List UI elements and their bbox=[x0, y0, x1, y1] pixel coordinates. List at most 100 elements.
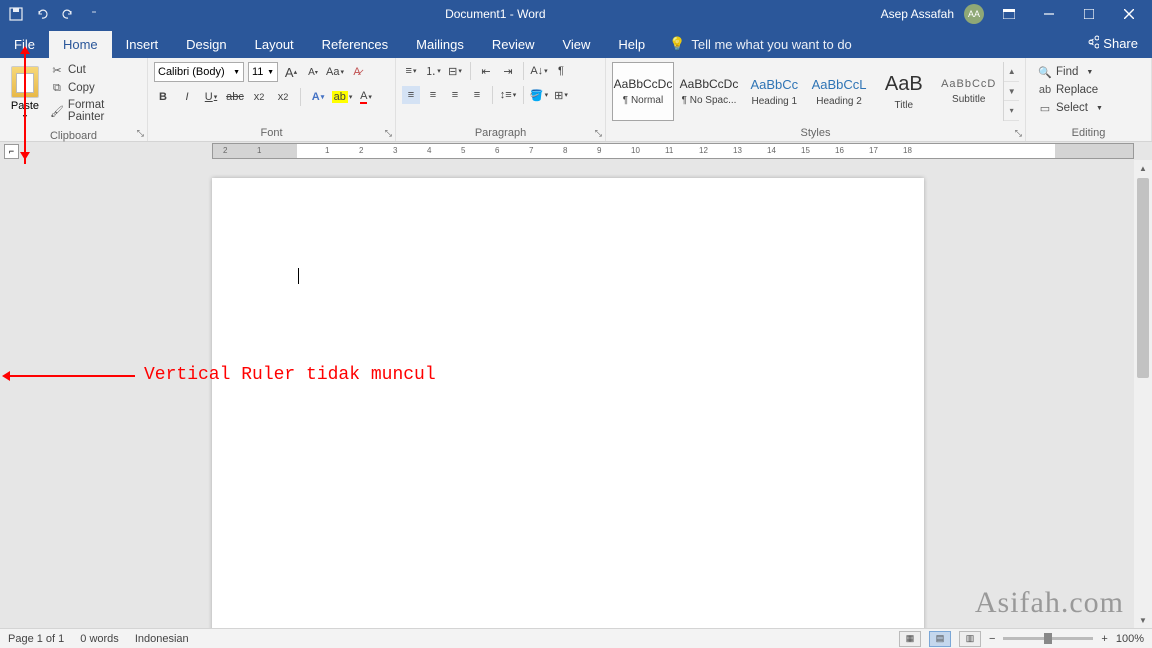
styles-scroll-btn[interactable]: ▾ bbox=[1004, 101, 1019, 121]
decrease-indent-button[interactable]: ⇤ bbox=[477, 62, 495, 80]
brush-icon: 🖌 bbox=[50, 104, 64, 118]
word-count[interactable]: 0 words bbox=[80, 633, 119, 645]
font-launcher-icon[interactable]: ⤡ bbox=[385, 128, 392, 139]
clear-formatting-button[interactable]: A̷ bbox=[348, 63, 366, 81]
font-color-button[interactable]: A bbox=[357, 88, 375, 106]
horizontal-ruler[interactable]: 21123456789101112131415161718 bbox=[212, 143, 1134, 159]
zoom-out-button[interactable]: − bbox=[989, 633, 995, 645]
read-mode-button[interactable]: ▦ bbox=[899, 631, 921, 647]
tab-references[interactable]: References bbox=[308, 31, 402, 58]
cut-button[interactable]: ✂Cut bbox=[48, 62, 141, 78]
style-subtitle[interactable]: AaBbCcDSubtitle bbox=[938, 62, 999, 121]
format-painter-button[interactable]: 🖌 Format Painter bbox=[48, 98, 141, 124]
styles-launcher-icon[interactable]: ⤡ bbox=[1015, 128, 1022, 139]
minimize-icon[interactable] bbox=[1034, 4, 1064, 24]
text-effects-button[interactable]: A bbox=[309, 88, 327, 106]
language-status[interactable]: Indonesian bbox=[135, 633, 189, 645]
tab-help[interactable]: Help bbox=[604, 31, 659, 58]
user-name[interactable]: Asep Assafah bbox=[881, 7, 954, 21]
redo-icon[interactable] bbox=[60, 6, 76, 22]
multilevel-button[interactable]: ⊟ bbox=[446, 62, 464, 80]
numbering-button[interactable]: ⒈ bbox=[424, 62, 442, 80]
copy-button[interactable]: ⧉Copy bbox=[48, 80, 141, 96]
line-spacing-button[interactable]: ↕≡ bbox=[499, 86, 517, 104]
font-size-select[interactable]: 11▼ bbox=[248, 62, 278, 82]
ruler-num: 8 bbox=[563, 146, 567, 155]
ruler-num: 7 bbox=[529, 146, 533, 155]
align-right-button[interactable]: ≡ bbox=[446, 86, 464, 104]
ruler-area: ⌐ 21123456789101112131415161718 bbox=[0, 142, 1152, 160]
tab-design[interactable]: Design bbox=[172, 31, 240, 58]
shading-button[interactable]: 🪣 bbox=[530, 86, 548, 104]
replace-button[interactable]: abReplace bbox=[1038, 82, 1103, 98]
zoom-in-button[interactable]: + bbox=[1101, 633, 1107, 645]
sort-button[interactable]: A↓ bbox=[530, 62, 548, 80]
change-case-button[interactable]: Aa bbox=[326, 63, 344, 81]
style--no-spac-[interactable]: AaBbCcDc¶ No Spac... bbox=[678, 62, 740, 121]
style-heading-2[interactable]: AaBbCcLHeading 2 bbox=[809, 62, 870, 121]
underline-button[interactable]: U bbox=[202, 88, 220, 106]
document-title: Document1 - Word bbox=[110, 7, 881, 21]
show-marks-button[interactable]: ¶ bbox=[552, 62, 570, 80]
qat-customize-icon[interactable]: ⁼ bbox=[86, 6, 102, 22]
tab-insert[interactable]: Insert bbox=[112, 31, 173, 58]
tab-selector[interactable]: ⌐ bbox=[4, 144, 19, 159]
find-button[interactable]: 🔍Find▼ bbox=[1038, 64, 1103, 80]
tab-layout[interactable]: Layout bbox=[241, 31, 308, 58]
tab-home[interactable]: Home bbox=[49, 31, 112, 58]
superscript-button[interactable]: x2 bbox=[274, 88, 292, 106]
ribbon-display-icon[interactable] bbox=[994, 4, 1024, 24]
clipboard-launcher-icon[interactable]: ⤡ bbox=[137, 128, 144, 139]
scroll-thumb[interactable] bbox=[1137, 178, 1149, 378]
scroll-down-icon[interactable]: ▼ bbox=[1134, 612, 1152, 628]
annotation-text: Vertical Ruler tidak muncul bbox=[144, 365, 436, 385]
highlight-button[interactable]: ab bbox=[333, 88, 351, 106]
bold-button[interactable]: B bbox=[154, 88, 172, 106]
document-area[interactable] bbox=[0, 160, 1134, 628]
style-title[interactable]: AaBTitle bbox=[874, 62, 935, 121]
vertical-scrollbar[interactable]: ▲ ▼ bbox=[1134, 160, 1152, 628]
zoom-level[interactable]: 100% bbox=[1116, 633, 1144, 645]
increase-indent-button[interactable]: ⇥ bbox=[499, 62, 517, 80]
borders-button[interactable]: ⊞ bbox=[552, 86, 570, 104]
user-avatar[interactable]: AA bbox=[964, 4, 984, 24]
zoom-slider[interactable] bbox=[1003, 637, 1093, 640]
share-label: Share bbox=[1103, 36, 1138, 51]
styles-scroll-btn[interactable]: ▼ bbox=[1004, 82, 1019, 102]
grow-font-button[interactable]: A▴ bbox=[282, 63, 300, 81]
print-layout-button[interactable]: ▤ bbox=[929, 631, 951, 647]
save-icon[interactable] bbox=[8, 6, 24, 22]
align-center-button[interactable]: ≡ bbox=[424, 86, 442, 104]
scissors-icon: ✂ bbox=[50, 63, 64, 77]
style-preview: AaBbCcDc bbox=[680, 77, 739, 91]
style--normal[interactable]: AaBbCcDc¶ Normal bbox=[612, 62, 674, 121]
page-count[interactable]: Page 1 of 1 bbox=[8, 633, 64, 645]
font-name-select[interactable]: Calibri (Body)▼ bbox=[154, 62, 244, 82]
ruler-num: 1 bbox=[325, 146, 329, 155]
shrink-font-button[interactable]: A▾ bbox=[304, 63, 322, 81]
share-button[interactable]: Share bbox=[1071, 29, 1152, 58]
scroll-up-icon[interactable]: ▲ bbox=[1134, 160, 1152, 176]
zoom-thumb[interactable] bbox=[1044, 633, 1052, 644]
title-bar: ⁼ Document1 - Word Asep Assafah AA bbox=[0, 0, 1152, 28]
align-left-button[interactable]: ≡ bbox=[402, 86, 420, 104]
tell-me-search[interactable]: 💡 Tell me what you want to do bbox=[659, 30, 862, 58]
strikethrough-button[interactable]: abc bbox=[226, 88, 244, 106]
tab-mailings[interactable]: Mailings bbox=[402, 31, 478, 58]
style-heading-1[interactable]: AaBbCcHeading 1 bbox=[744, 62, 805, 121]
close-icon[interactable] bbox=[1114, 4, 1144, 24]
paragraph-launcher-icon[interactable]: ⤡ bbox=[595, 128, 602, 139]
subscript-button[interactable]: x2 bbox=[250, 88, 268, 106]
select-button[interactable]: ▭Select▼ bbox=[1038, 100, 1103, 116]
undo-icon[interactable] bbox=[34, 6, 50, 22]
format-painter-label: Format Painter bbox=[68, 99, 139, 123]
tab-review[interactable]: Review bbox=[478, 31, 549, 58]
bullets-button[interactable]: ≡ bbox=[402, 62, 420, 80]
maximize-icon[interactable] bbox=[1074, 4, 1104, 24]
tab-view[interactable]: View bbox=[548, 31, 604, 58]
justify-button[interactable]: ≡ bbox=[468, 86, 486, 104]
italic-button[interactable]: I bbox=[178, 88, 196, 106]
page[interactable] bbox=[212, 178, 924, 628]
web-layout-button[interactable]: ▥ bbox=[959, 631, 981, 647]
styles-scroll-btn[interactable]: ▲ bbox=[1004, 62, 1019, 82]
